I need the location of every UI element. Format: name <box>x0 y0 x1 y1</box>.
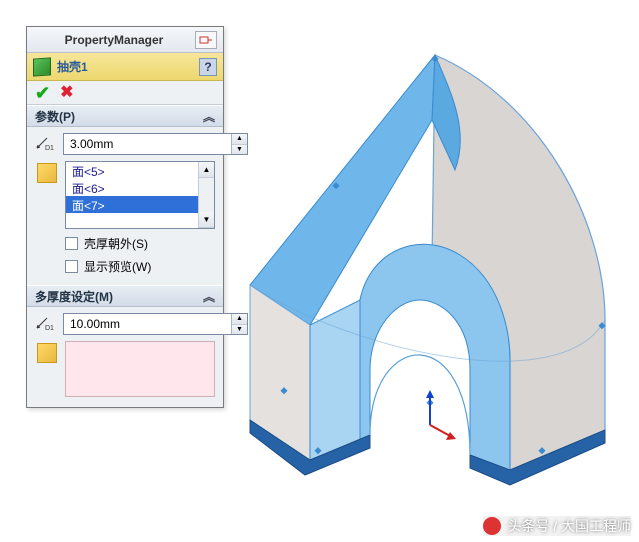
list-item[interactable]: 面<6> <box>66 179 198 196</box>
thickness-input-wrap: ▲ ▼ <box>63 133 248 155</box>
multi-faces-icon <box>35 341 59 365</box>
spin-down-button[interactable]: ▼ <box>232 145 247 155</box>
chevron-up-icon: ︽ <box>203 288 215 305</box>
svg-text:D1: D1 <box>45 325 54 332</box>
shell-feature-icon <box>33 57 51 76</box>
list-item[interactable]: 面<5> <box>66 162 198 179</box>
thickness-input[interactable] <box>64 134 231 154</box>
feature-name: 抽壳1 <box>57 58 88 75</box>
spin-down-button[interactable]: ▼ <box>232 325 247 335</box>
thickness-dimension-icon: D1 <box>35 133 57 153</box>
show-preview-label: 显示预览(W) <box>84 258 151 275</box>
faces-listbox[interactable]: 面<5> 面<6> 面<7> ▲ ▼ <box>65 161 215 229</box>
scroll-up-button[interactable]: ▲ <box>199 162 214 178</box>
faces-to-remove-icon <box>35 161 59 185</box>
show-preview-row: 显示预览(W) <box>35 258 215 275</box>
multi-thickness-dimension-icon: D1 <box>35 313 57 333</box>
params-section-header[interactable]: 参数(P) ︽ <box>27 105 223 127</box>
help-button[interactable]: ? <box>199 58 217 76</box>
confirm-row: ✔ ✖ <box>27 81 223 105</box>
params-header-label: 参数(P) <box>35 108 75 125</box>
property-manager-panel: PropertyManager 抽壳1 ? ✔ ✖ 参数(P) ︽ D1 <box>26 26 224 408</box>
listbox-scrollbar[interactable]: ▲ ▼ <box>198 162 214 228</box>
multi-thickness-header[interactable]: 多厚度设定(M) ︽ <box>27 285 223 307</box>
scroll-down-button[interactable]: ▼ <box>199 212 214 228</box>
list-item[interactable]: 面<7> <box>66 196 198 213</box>
thickness-spinner: ▲ ▼ <box>231 134 247 154</box>
multi-thickness-input[interactable] <box>64 314 231 334</box>
spin-up-button[interactable]: ▲ <box>232 314 247 325</box>
multi-thickness-spinner: ▲ ▼ <box>231 314 247 334</box>
shell-outward-checkbox[interactable] <box>65 237 78 250</box>
svg-text:D1: D1 <box>45 145 54 152</box>
multi-faces-listbox[interactable] <box>65 341 215 397</box>
pin-icon[interactable] <box>195 31 217 49</box>
ok-button[interactable]: ✔ <box>35 84 50 102</box>
shell-outward-row: 壳厚朝外(S) <box>35 235 215 252</box>
watermark-logo-icon <box>483 517 501 535</box>
panel-header: PropertyManager <box>27 27 223 53</box>
watermark: 头条号 / 大国工程师 <box>483 516 631 536</box>
multi-thickness-body: D1 ▲ ▼ <box>27 307 223 407</box>
shell-outward-label: 壳厚朝外(S) <box>84 235 148 252</box>
cancel-button[interactable]: ✖ <box>60 85 73 101</box>
scroll-track[interactable] <box>199 178 214 212</box>
show-preview-checkbox[interactable] <box>65 260 78 273</box>
watermark-text: 头条号 / 大国工程师 <box>507 516 631 536</box>
panel-title: PropertyManager <box>33 33 195 47</box>
multi-thickness-input-wrap: ▲ ▼ <box>63 313 248 335</box>
chevron-up-icon: ︽ <box>203 108 215 125</box>
multi-thickness-label: 多厚度设定(M) <box>35 288 113 305</box>
spin-up-button[interactable]: ▲ <box>232 134 247 145</box>
feature-name-row: 抽壳1 ? <box>27 53 223 81</box>
params-section-body: D1 ▲ ▼ 面<5> 面<6> 面<7> <box>27 127 223 285</box>
